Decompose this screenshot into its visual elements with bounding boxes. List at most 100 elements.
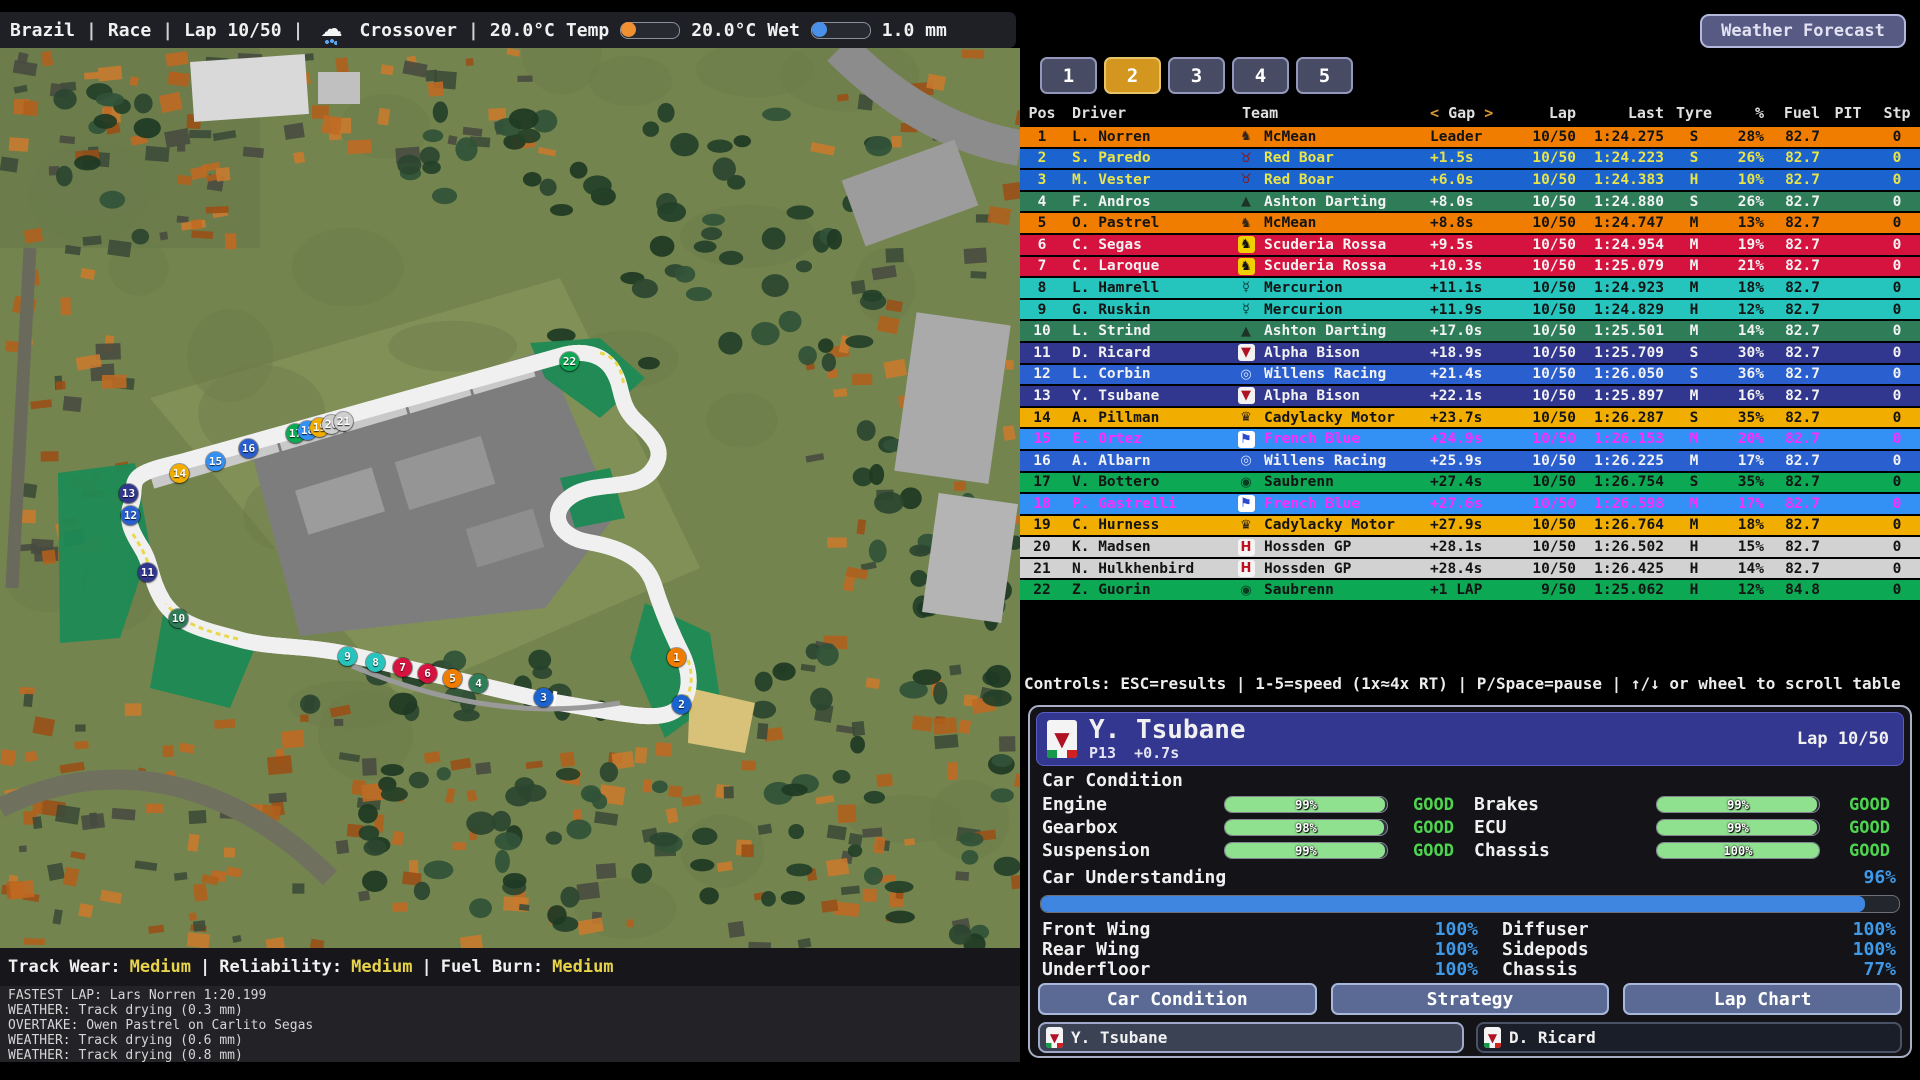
part-label-rear-wing: Rear Wing: [1042, 939, 1242, 960]
timing-row-p22[interactable]: 22Z. Guorin◉Saubrenn+1 LAP9/501:25.062H1…: [1020, 580, 1920, 600]
cell-gap: +22.1s: [1424, 388, 1526, 404]
speed-button-3[interactable]: 3: [1168, 57, 1225, 94]
car-marker-7[interactable]: 7: [393, 658, 412, 677]
timing-row-p18[interactable]: 18P. Gastrelli⚑French Blue+27.6s10/501:2…: [1020, 494, 1920, 514]
cell-lap: 10/50: [1526, 431, 1576, 447]
timing-row-p14[interactable]: 14A. Pillman♛Cadylacky Motor+23.7s10/501…: [1020, 408, 1920, 428]
timing-row-p12[interactable]: 12L. Corbin◎Willens Racing+21.4s10/501:2…: [1020, 365, 1920, 385]
timing-row-p3[interactable]: 3M. Vester♉Red Boar+6.0s10/501:24.383H10…: [1020, 170, 1920, 190]
cell-team: Alpha Bison: [1258, 345, 1424, 361]
cell-stops: 0: [1876, 345, 1918, 361]
speed-button-2[interactable]: 2: [1104, 57, 1161, 94]
timing-row-p10[interactable]: 10L. Strind▲Ashton Darting+17.0s10/501:2…: [1020, 321, 1920, 341]
separator: |: [422, 957, 432, 977]
speed-button-4[interactable]: 4: [1232, 57, 1289, 94]
cell-stops: 0: [1876, 129, 1918, 145]
car-marker-16[interactable]: 16: [239, 439, 258, 458]
car-marker-11[interactable]: 11: [138, 563, 157, 582]
cell-fuel: 82.7: [1764, 129, 1820, 145]
cell-team: Red Boar: [1258, 150, 1424, 166]
weather-forecast-button[interactable]: Weather Forecast: [1700, 14, 1906, 48]
car-marker-2[interactable]: 2: [672, 695, 691, 714]
gap-sort-left-icon[interactable]: <: [1430, 104, 1439, 122]
car-marker-9[interactable]: 9: [338, 647, 357, 666]
car-marker-3[interactable]: 3: [534, 688, 553, 707]
temp-slider[interactable]: [620, 22, 680, 39]
car-condition-button[interactable]: Car Condition: [1038, 983, 1317, 1015]
alpha-bison-logo-icon: ▼: [1238, 344, 1255, 361]
driver-position: P13: [1089, 744, 1116, 762]
timing-row-p17[interactable]: 17V. Bottero◉Saubrenn+27.4s10/501:26.754…: [1020, 473, 1920, 493]
cell-driver: L. Norren: [1064, 129, 1234, 145]
cell-tyre: H: [1664, 561, 1724, 577]
car-marker-21[interactable]: 21: [334, 412, 353, 431]
car-marker-4[interactable]: 4: [469, 674, 488, 693]
car-marker-5[interactable]: 5: [443, 669, 462, 688]
timing-row-p8[interactable]: 8L. Hamrell☿Mercurion+11.1s10/501:24.923…: [1020, 278, 1920, 298]
cell-last-time: 1:24.880: [1576, 194, 1664, 210]
timing-row-p15[interactable]: 15E. Ortez⚑French Blue+24.9s10/501:26.15…: [1020, 429, 1920, 449]
car-marker-10[interactable]: 10: [169, 609, 188, 628]
driver-tab-d-ricard[interactable]: ▼D. Ricard: [1476, 1022, 1902, 1053]
speed-button-1[interactable]: 1: [1040, 57, 1097, 94]
car-condition-title: Car Condition: [1042, 770, 1183, 791]
strategy-button[interactable]: Strategy: [1331, 983, 1610, 1015]
car-marker-13[interactable]: 13: [119, 484, 138, 503]
cell-driver: A. Pillman: [1064, 410, 1234, 426]
gap-sort-right-icon[interactable]: >: [1484, 104, 1493, 122]
timing-row-p2[interactable]: 2S. Paredo♉Red Boar+1.5s10/501:24.223S26…: [1020, 149, 1920, 169]
timing-table-body: 1L. Norren♞McMeanLeader10/501:24.275S28%…: [1020, 127, 1920, 600]
cell-position: 19: [1020, 517, 1064, 533]
timing-row-p19[interactable]: 19C. Hurness♛Cadylacky Motor+27.9s10/501…: [1020, 516, 1920, 536]
timing-row-p21[interactable]: 21N. HulkhenbirdHHossden GP+28.4s10/501:…: [1020, 559, 1920, 579]
cell-gap: +17.0s: [1424, 323, 1526, 339]
timing-row-p4[interactable]: 4F. Andros▲Ashton Darting+8.0s10/501:24.…: [1020, 192, 1920, 212]
cell-last-time: 1:24.223: [1576, 150, 1664, 166]
condition-status-ecu: GOOD: [1820, 818, 1890, 838]
wet-label: Wet: [767, 20, 800, 41]
condition-label-engine: Engine: [1042, 794, 1224, 815]
cell-driver: C. Segas: [1064, 237, 1234, 253]
cell-gap: +8.8s: [1424, 215, 1526, 231]
header-gap[interactable]: < Gap >: [1424, 104, 1526, 122]
cell-team: Scuderia Rossa: [1258, 258, 1424, 274]
timing-row-p9[interactable]: 9G. Ruskin☿Mercurion+11.9s10/501:24.829H…: [1020, 300, 1920, 320]
cell-last-time: 1:24.829: [1576, 302, 1664, 318]
wet-slider[interactable]: [811, 22, 871, 39]
cell-team: Red Boar: [1258, 172, 1424, 188]
car-marker-12[interactable]: 12: [121, 506, 140, 525]
cell-lap: 10/50: [1526, 561, 1576, 577]
timing-row-p5[interactable]: 5O. Pastrel♞McMean+8.8s10/501:24.747M13%…: [1020, 213, 1920, 233]
car-marker-6[interactable]: 6: [418, 664, 437, 683]
cell-fuel: 82.7: [1764, 215, 1820, 231]
cell-lap: 10/50: [1526, 453, 1576, 469]
cell-stops: 0: [1876, 561, 1918, 577]
car-marker-1[interactable]: 1: [667, 648, 686, 667]
cell-fuel: 82.7: [1764, 194, 1820, 210]
lap-chart-button[interactable]: Lap Chart: [1623, 983, 1902, 1015]
cell-lap: 10/50: [1526, 474, 1576, 490]
cell-gap: +1 LAP: [1424, 582, 1526, 598]
car-marker-8[interactable]: 8: [366, 653, 385, 672]
cell-gap: +18.9s: [1424, 345, 1526, 361]
timing-row-p13[interactable]: 13Y. Tsubane▼Alpha Bison+22.1s10/501:25.…: [1020, 386, 1920, 406]
car-marker-15[interactable]: 15: [206, 452, 225, 471]
car-marker-14[interactable]: 14: [170, 464, 189, 483]
part-label-diffuser: Diffuser: [1502, 919, 1702, 940]
cell-driver: D. Ricard: [1064, 345, 1234, 361]
timing-row-p11[interactable]: 11D. Ricard▼Alpha Bison+18.9s10/501:25.7…: [1020, 343, 1920, 363]
cell-lap: 10/50: [1526, 410, 1576, 426]
driver-tab-y-tsubane[interactable]: ▼Y. Tsubane: [1038, 1022, 1464, 1053]
cell-team: McMean: [1258, 129, 1424, 145]
condition-label-brakes: Brakes: [1474, 794, 1656, 815]
timing-row-p16[interactable]: 16A. Albarn◎Willens Racing+25.9s10/501:2…: [1020, 451, 1920, 471]
timing-row-p7[interactable]: 7C. Laroque♞Scuderia Rossa+10.3s10/501:2…: [1020, 257, 1920, 277]
cell-tyre-wear: 14%: [1724, 323, 1764, 339]
timing-row-p1[interactable]: 1L. Norren♞McMeanLeader10/501:24.275S28%…: [1020, 127, 1920, 147]
header-lap: Lap: [1526, 104, 1576, 122]
car-marker-22[interactable]: 22: [560, 352, 579, 371]
speed-button-5[interactable]: 5: [1296, 57, 1353, 94]
timing-row-p20[interactable]: 20K. MadsenHHossden GP+28.1s10/501:26.50…: [1020, 537, 1920, 557]
cell-tyre: M: [1664, 323, 1724, 339]
timing-row-p6[interactable]: 6C. Segas♞Scuderia Rossa+9.5s10/501:24.9…: [1020, 235, 1920, 255]
